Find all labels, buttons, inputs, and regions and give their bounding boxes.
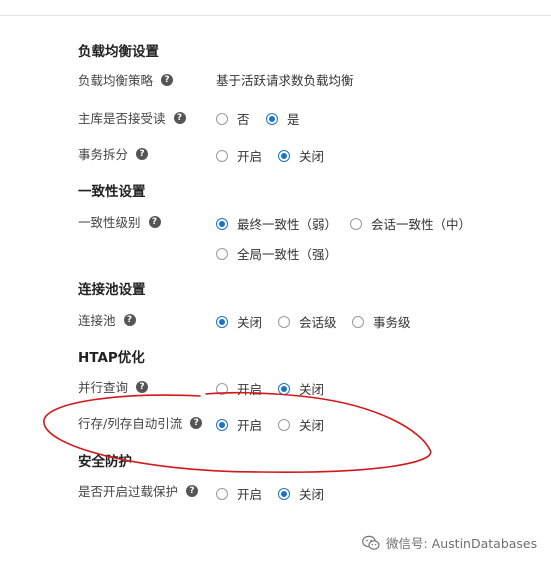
radio-unchecked-icon bbox=[216, 149, 228, 162]
radio-unchecked-icon bbox=[352, 315, 364, 328]
radio-label: 开启 bbox=[237, 382, 263, 397]
radio-label: 否 bbox=[237, 112, 250, 127]
radio-label: 全局一致性（强） bbox=[237, 247, 338, 262]
radio-overload-on[interactable]: 开启 bbox=[216, 484, 262, 503]
help-icon[interactable]: ? bbox=[136, 380, 149, 393]
wechat-icon bbox=[362, 535, 380, 550]
radio-label: 开启 bbox=[237, 149, 263, 164]
help-icon[interactable]: ? bbox=[148, 215, 161, 228]
radio-unchecked-icon bbox=[350, 217, 362, 230]
section-title-consistency: 一致性设置 bbox=[78, 184, 146, 200]
radio-parallel-off[interactable]: 关闭 bbox=[278, 379, 324, 398]
radio-unchecked-icon bbox=[216, 487, 228, 500]
help-icon[interactable]: ? bbox=[136, 147, 149, 160]
radio-primary-read-yes[interactable]: 是 bbox=[266, 109, 300, 128]
label-row-column-routing: 行存/列存自动引流 ? bbox=[78, 413, 203, 432]
radio-checked-icon bbox=[278, 149, 290, 162]
radio-consistency-eventual[interactable]: 最终一致性（弱） bbox=[216, 214, 337, 233]
radio-label: 关闭 bbox=[299, 149, 325, 164]
watermark: 微信号: AustinDatabases bbox=[362, 533, 537, 552]
help-icon[interactable]: ? bbox=[186, 484, 199, 497]
section-title-security: 安全防护 bbox=[78, 454, 132, 470]
section-title-htap: HTAP优化 bbox=[78, 350, 145, 366]
radio-consistency-global[interactable]: 全局一致性（强） bbox=[216, 244, 337, 263]
help-icon[interactable]: ? bbox=[123, 313, 136, 326]
label-text: 主库是否接受读 bbox=[78, 111, 166, 126]
radio-checked-icon bbox=[216, 315, 228, 328]
radio-checked-icon bbox=[216, 418, 228, 431]
label-text: 事务拆分 bbox=[78, 147, 129, 162]
label-transaction-split: 事务拆分 ? bbox=[78, 144, 149, 163]
section-title-connection-pool: 连接池设置 bbox=[78, 282, 146, 298]
radio-rowcol-on[interactable]: 开启 bbox=[216, 415, 262, 434]
label-load-balance-strategy: 负载均衡策略 ? bbox=[78, 70, 174, 89]
radio-unchecked-icon bbox=[278, 315, 290, 328]
section-title-load-balance: 负载均衡设置 bbox=[78, 44, 159, 60]
radio-txn-split-off[interactable]: 关闭 bbox=[278, 146, 324, 165]
radio-label: 开启 bbox=[237, 418, 263, 433]
radio-consistency-session[interactable]: 会话一致性（中） bbox=[350, 214, 471, 233]
radio-label: 关闭 bbox=[299, 418, 325, 433]
label-parallel-query: 并行查询 ? bbox=[78, 377, 149, 396]
radio-unchecked-icon bbox=[216, 112, 228, 125]
radio-label: 会话级 bbox=[299, 315, 337, 330]
help-icon[interactable]: ? bbox=[173, 111, 186, 124]
help-icon[interactable]: ? bbox=[161, 73, 174, 86]
radio-checked-icon bbox=[216, 217, 228, 230]
label-overload-protection: 是否开启过载保护 ? bbox=[78, 481, 199, 500]
label-connection-pool: 连接池 ? bbox=[78, 310, 136, 329]
label-primary-accept-read: 主库是否接受读 ? bbox=[78, 108, 186, 127]
load-balance-strategy-value: 基于活跃请求数负载均衡 bbox=[216, 73, 354, 88]
radio-unchecked-icon bbox=[278, 418, 290, 431]
label-text: 负载均衡策略 bbox=[78, 73, 154, 88]
label-text: 行存/列存自动引流 bbox=[78, 416, 183, 431]
label-text: 并行查询 bbox=[78, 380, 129, 395]
radio-parallel-on[interactable]: 开启 bbox=[216, 379, 262, 398]
radio-rowcol-off[interactable]: 关闭 bbox=[278, 415, 324, 434]
radio-txn-split-on[interactable]: 开启 bbox=[216, 146, 262, 165]
radio-unchecked-icon bbox=[216, 247, 228, 260]
radio-unchecked-icon bbox=[216, 382, 228, 395]
watermark-text: 微信号: AustinDatabases bbox=[386, 536, 538, 551]
radio-primary-read-no[interactable]: 否 bbox=[216, 109, 250, 128]
radio-pool-off[interactable]: 关闭 bbox=[216, 312, 262, 331]
label-text: 一致性级别 bbox=[78, 215, 141, 230]
radio-label: 开启 bbox=[237, 487, 263, 502]
radio-label: 关闭 bbox=[299, 487, 325, 502]
radio-label: 关闭 bbox=[237, 315, 263, 330]
radio-label: 是 bbox=[287, 112, 300, 127]
radio-checked-icon bbox=[278, 382, 290, 395]
help-icon[interactable]: ? bbox=[190, 416, 203, 429]
radio-label: 最终一致性（弱） bbox=[237, 217, 338, 232]
radio-checked-icon bbox=[278, 487, 290, 500]
label-text: 是否开启过载保护 bbox=[78, 484, 179, 499]
radio-overload-off[interactable]: 关闭 bbox=[278, 484, 324, 503]
top-divider bbox=[0, 15, 551, 16]
radio-label: 事务级 bbox=[373, 315, 411, 330]
label-consistency-level: 一致性级别 ? bbox=[78, 212, 161, 231]
radio-pool-transaction[interactable]: 事务级 bbox=[352, 312, 411, 331]
radio-label: 关闭 bbox=[299, 382, 325, 397]
label-text: 连接池 bbox=[78, 313, 116, 328]
radio-label: 会话一致性（中） bbox=[371, 217, 472, 232]
radio-checked-icon bbox=[266, 112, 278, 125]
radio-pool-session[interactable]: 会话级 bbox=[278, 312, 337, 331]
